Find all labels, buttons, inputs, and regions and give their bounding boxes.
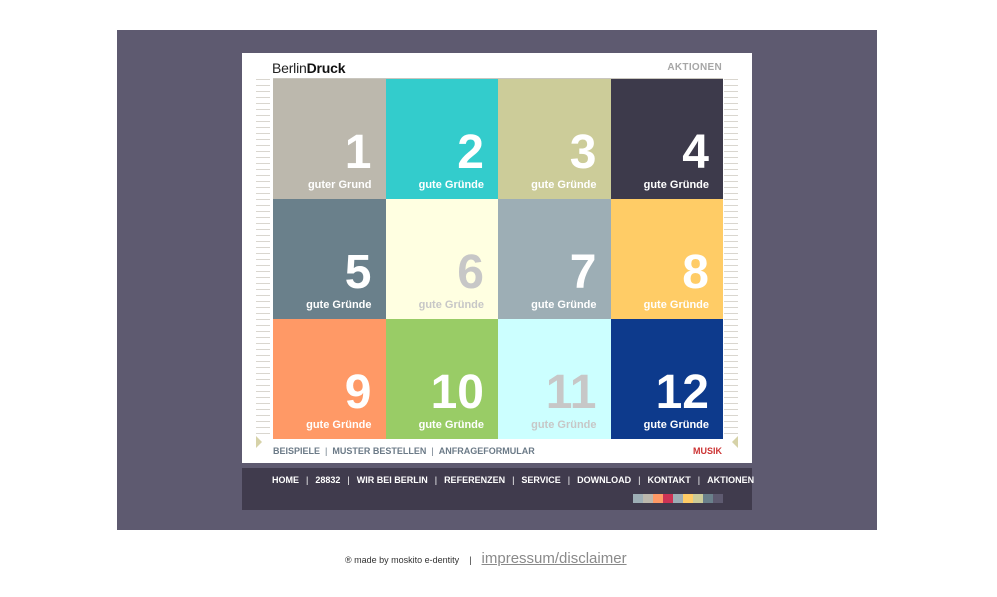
nav-item-service[interactable]: SERVICE — [521, 475, 560, 485]
corner-arrow-right-icon — [732, 436, 738, 448]
tile-number: 8 — [682, 246, 709, 299]
nav-separator: | — [697, 475, 701, 485]
color-swatches — [633, 494, 723, 503]
tile-number: 11 — [545, 366, 597, 419]
reason-tile-1[interactable]: 1 guter Grund — [273, 79, 386, 199]
impressum-link[interactable]: impressum/disclaimer — [482, 550, 627, 567]
reason-tile-12[interactable]: 12 gute Gründe — [610, 319, 723, 439]
tile-label: gute Gründe — [531, 179, 597, 191]
tile-number: 7 — [569, 246, 597, 299]
subnav-item-anfrageformular[interactable]: ANFRAGEFORMULAR — [439, 446, 535, 456]
footer-separator: | — [469, 555, 472, 565]
nav-item-kontakt[interactable]: KONTAKT — [647, 475, 690, 485]
main-nav: HOME | 28832 | WIR BEI BERLIN | REFERENZEN | SER… — [272, 475, 754, 485]
tile-label: gute Gründe — [418, 179, 484, 191]
ruler-right — [724, 79, 738, 439]
tile-label: gute Gründe — [306, 419, 372, 431]
subnav-item-muster-bestellen[interactable]: MUSTER BESTELLEN — [332, 446, 426, 456]
reason-tile-10[interactable]: 10 gute Gründe — [385, 319, 498, 439]
content-card: BerlinDruck AKTIONEN 1 guter Grund 2 gute G… — [242, 53, 752, 463]
reason-tile-8[interactable]: 8 gute Gründe — [610, 199, 723, 319]
color-swatch-4[interactable] — [663, 494, 673, 503]
footer: ® made by moskito e-dentity | impressum/di… — [345, 550, 627, 567]
tile-number: 5 — [344, 246, 372, 299]
reason-tile-2[interactable]: 2 gute Gründe — [385, 79, 498, 199]
musik-link[interactable]: MUSIK — [693, 446, 722, 456]
tile-label: gute Gründe — [531, 299, 597, 311]
tile-label: gute Gründe — [643, 179, 709, 191]
logo-light-text: Berlin — [272, 60, 307, 76]
tile-number: 10 — [430, 366, 484, 419]
reason-tile-3[interactable]: 3 gute Gründe — [498, 79, 611, 199]
tile-number: 12 — [655, 366, 709, 419]
tile-number: 6 — [457, 246, 484, 299]
nav-item-28832[interactable]: 28832 — [315, 475, 340, 485]
color-swatch-7[interactable] — [693, 494, 703, 503]
reason-tile-11[interactable]: 11 gute Gründe — [498, 319, 611, 439]
ruler-left — [256, 79, 270, 439]
nav-separator: | — [306, 475, 309, 485]
reason-tile-9[interactable]: 9 gute Gründe — [273, 319, 386, 439]
tile-label: gute Gründe — [418, 299, 484, 311]
subnav-separator: | — [431, 446, 434, 456]
nav-item-aktionen[interactable]: AKTIONEN — [707, 475, 754, 485]
color-swatch-3[interactable] — [653, 494, 663, 503]
tile-number: 1 — [344, 126, 372, 179]
tile-number: 3 — [569, 126, 597, 179]
color-swatch-6[interactable] — [683, 494, 693, 503]
nav-item-download[interactable]: DOWNLOAD — [577, 475, 631, 485]
subnav-separator: | — [325, 446, 328, 456]
tile-label: gute Gründe — [306, 299, 372, 311]
bottom-nav-bar: HOME | 28832 | WIR BEI BERLIN | REFERENZEN | SER… — [242, 468, 754, 510]
nav-item-wir-bei-berlin[interactable]: WIR BEI BERLIN — [357, 475, 428, 485]
tile-number: 4 — [682, 126, 709, 179]
reasons-grid: 1 guter Grund 2 gute Gründe 3 gute Gründe 4 gut… — [273, 78, 723, 439]
nav-item-referenzen[interactable]: REFERENZEN — [444, 475, 505, 485]
color-swatch-8[interactable] — [703, 494, 713, 503]
reason-tile-6[interactable]: 6 gute Gründe — [385, 199, 498, 319]
credit-text: ® made by moskito e-dentity — [345, 555, 460, 565]
nav-separator: | — [567, 475, 571, 485]
nav-separator: | — [512, 475, 515, 485]
reason-tile-5[interactable]: 5 gute Gründe — [273, 199, 386, 319]
nav-separator: | — [434, 475, 438, 485]
tile-number: 9 — [344, 366, 372, 419]
tile-label: gute Gründe — [643, 419, 709, 431]
logo-bold-text: Druck — [306, 60, 346, 76]
nav-separator: | — [347, 475, 350, 485]
color-swatch-1[interactable] — [633, 494, 643, 503]
tile-label: gute Gründe — [418, 419, 484, 431]
reason-tile-7[interactable]: 7 gute Gründe — [498, 199, 611, 319]
tile-number: 2 — [457, 126, 484, 179]
tile-label: gute Gründe — [531, 419, 597, 431]
logo[interactable]: BerlinDruck — [272, 60, 345, 76]
stage-background: BerlinDruck AKTIONEN 1 guter Grund 2 gute G… — [117, 30, 877, 530]
aktionen-top-link[interactable]: AKTIONEN — [667, 62, 722, 73]
subnav-item-beispiele[interactable]: BEISPIELE — [273, 446, 320, 456]
color-swatch-2[interactable] — [643, 494, 653, 503]
nav-item-home[interactable]: HOME — [272, 475, 299, 485]
subnav: BEISPIELE | MUSTER BESTELLEN | ANFRAGEFORMUL… — [273, 446, 535, 456]
color-swatch-5[interactable] — [673, 494, 683, 503]
corner-arrow-left-icon — [256, 436, 262, 448]
nav-separator: | — [638, 475, 641, 485]
tile-label: gute Gründe — [643, 299, 709, 311]
color-swatch-9[interactable] — [713, 494, 723, 503]
reason-tile-4[interactable]: 4 gute Gründe — [610, 79, 723, 199]
tile-label: guter Grund — [307, 179, 372, 191]
